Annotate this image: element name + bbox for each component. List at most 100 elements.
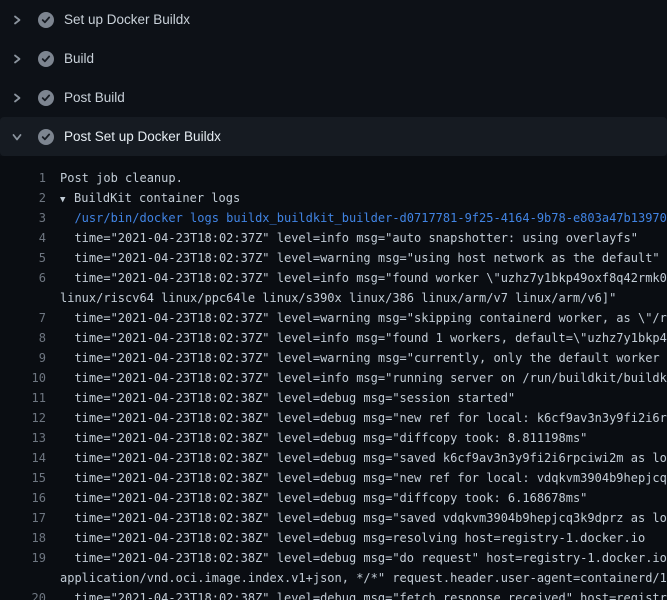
line-number[interactable]: 16 (0, 488, 46, 508)
line-number[interactable]: 3 (0, 208, 46, 228)
step-list: Set up Docker Buildx Build Post Build (0, 0, 667, 156)
log-text: time="2021-04-23T18:02:37Z" level=warnin… (46, 248, 667, 268)
command-text: /usr/bin/docker logs buildx_buildkit_bui… (46, 208, 667, 228)
log-line[interactable]: 20 time="2021-04-23T18:02:38Z" level=deb… (0, 588, 667, 600)
line-number[interactable]: 15 (0, 468, 46, 488)
line-number[interactable]: 10 (0, 368, 46, 388)
log-text-content: time="2021-04-23T18:02:37Z" level=warnin… (60, 351, 667, 365)
log-text: time="2021-04-23T18:02:37Z" level=info m… (46, 228, 667, 248)
log-line[interactable]: 7 time="2021-04-23T18:02:37Z" level=warn… (0, 308, 667, 328)
line-number[interactable]: 17 (0, 508, 46, 528)
log-text-content: time="2021-04-23T18:02:38Z" level=debug … (60, 391, 515, 405)
line-number[interactable]: 6 (0, 268, 46, 288)
line-number[interactable]: 7 (0, 308, 46, 328)
log-line[interactable]: 11 time="2021-04-23T18:02:38Z" level=deb… (0, 388, 667, 408)
log-text: time="2021-04-23T18:02:38Z" level=debug … (46, 548, 667, 568)
log-line[interactable]: 18 time="2021-04-23T18:02:38Z" level=deb… (0, 528, 667, 548)
step-setup-docker-buildx[interactable]: Set up Docker Buildx (0, 0, 667, 39)
log-text-content: Post job cleanup. (60, 171, 183, 185)
log-text: ▼BuildKit container logs (46, 188, 667, 208)
chevron-right-icon[interactable] (12, 15, 22, 25)
step-post-build[interactable]: Post Build (0, 78, 667, 117)
log-text: time="2021-04-23T18:02:38Z" level=debug … (46, 388, 667, 408)
log-text-content: time="2021-04-23T18:02:38Z" level=debug … (60, 451, 667, 465)
log-line[interactable]: 4 time="2021-04-23T18:02:37Z" level=info… (0, 228, 667, 248)
log-lines: 1 Post job cleanup. 2▼BuildKit container l… (0, 168, 667, 600)
line-number[interactable]: 13 (0, 428, 46, 448)
log-line[interactable]: 8 time="2021-04-23T18:02:37Z" level=info… (0, 328, 667, 348)
log-text: time="2021-04-23T18:02:38Z" level=debug … (46, 428, 667, 448)
check-circle-icon (38, 90, 54, 106)
log-group-collapse-icon[interactable]: ▼ (60, 190, 74, 208)
line-number[interactable]: 1 (0, 168, 46, 188)
line-number[interactable]: 2 (0, 188, 46, 208)
line-number (0, 568, 46, 588)
log-line[interactable]: 12 time="2021-04-23T18:02:38Z" level=deb… (0, 408, 667, 428)
log-console[interactable]: 1 Post job cleanup. 2▼BuildKit container l… (0, 156, 667, 600)
line-number[interactable]: 19 (0, 548, 46, 568)
log-line[interactable]: 17 time="2021-04-23T18:02:38Z" level=deb… (0, 508, 667, 528)
line-number (0, 288, 46, 308)
log-line[interactable]: 10 time="2021-04-23T18:02:37Z" level=inf… (0, 368, 667, 388)
log-text-content: time="2021-04-23T18:02:38Z" level=debug … (60, 411, 667, 425)
log-text: time="2021-04-23T18:02:38Z" level=debug … (46, 508, 667, 528)
log-line[interactable]: 9 time="2021-04-23T18:02:37Z" level=warn… (0, 348, 667, 368)
log-line[interactable]: 14 time="2021-04-23T18:02:38Z" level=deb… (0, 448, 667, 468)
line-number[interactable]: 20 (0, 588, 46, 600)
line-number[interactable]: 5 (0, 248, 46, 268)
log-line[interactable]: 19 time="2021-04-23T18:02:38Z" level=deb… (0, 548, 667, 568)
log-text: time="2021-04-23T18:02:38Z" level=debug … (46, 448, 667, 468)
log-text-content: time="2021-04-23T18:02:38Z" level=debug … (60, 531, 645, 545)
line-number[interactable]: 11 (0, 388, 46, 408)
log-text: time="2021-04-23T18:02:38Z" level=debug … (46, 408, 667, 428)
log-text: time="2021-04-23T18:02:38Z" level=debug … (46, 468, 667, 488)
log-line[interactable]: 13 time="2021-04-23T18:02:38Z" level=deb… (0, 428, 667, 448)
log-text-content: time="2021-04-23T18:02:38Z" level=debug … (60, 591, 667, 600)
check-circle-icon (38, 51, 54, 67)
log-text: time="2021-04-23T18:02:37Z" level=info m… (46, 328, 667, 348)
log-text: linux/riscv64 linux/ppc64le linux/s390x … (46, 288, 667, 308)
log-text-content: time="2021-04-23T18:02:37Z" level=info m… (60, 331, 667, 345)
log-text-content: time="2021-04-23T18:02:38Z" level=debug … (60, 471, 667, 485)
log-line[interactable]: 5 time="2021-04-23T18:02:37Z" level=warn… (0, 248, 667, 268)
step-build[interactable]: Build (0, 39, 667, 78)
log-text-content: time="2021-04-23T18:02:38Z" level=debug … (60, 491, 587, 505)
log-line[interactable]: 3 /usr/bin/docker logs buildx_buildkit_b… (0, 208, 667, 228)
log-text-content: time="2021-04-23T18:02:38Z" level=debug … (60, 551, 667, 565)
log-text-content: time="2021-04-23T18:02:37Z" level=info m… (60, 371, 667, 385)
check-circle-icon (38, 12, 54, 28)
log-text-content: time="2021-04-23T18:02:37Z" level=warnin… (60, 311, 667, 325)
actions-log-viewer: Set up Docker Buildx Build Post Build (0, 0, 667, 600)
check-circle-icon (38, 129, 54, 145)
line-number[interactable]: 18 (0, 528, 46, 548)
line-number[interactable]: 9 (0, 348, 46, 368)
step-label: Post Build (64, 90, 125, 105)
line-number[interactable]: 12 (0, 408, 46, 428)
log-line-wrap[interactable]: linux/riscv64 linux/ppc64le linux/s390x … (0, 288, 667, 308)
log-text: time="2021-04-23T18:02:37Z" level=info m… (46, 268, 667, 288)
line-number[interactable]: 4 (0, 228, 46, 248)
log-line-wrap[interactable]: application/vnd.oci.image.index.v1+json,… (0, 568, 667, 588)
line-number[interactable]: 14 (0, 448, 46, 468)
log-text: application/vnd.oci.image.index.v1+json,… (46, 568, 667, 588)
chevron-right-icon[interactable] (12, 93, 22, 103)
log-line[interactable]: 1 Post job cleanup. (0, 168, 667, 188)
line-number[interactable]: 8 (0, 328, 46, 348)
chevron-down-icon[interactable] (12, 132, 22, 142)
step-post-setup-docker-buildx[interactable]: Post Set up Docker Buildx (0, 117, 667, 156)
log-text-content: time="2021-04-23T18:02:37Z" level=info m… (60, 271, 667, 285)
step-label: Set up Docker Buildx (64, 12, 190, 27)
log-text-content: /usr/bin/docker logs buildx_buildkit_bui… (60, 211, 667, 225)
log-text-content: time="2021-04-23T18:02:37Z" level=warnin… (60, 251, 660, 265)
log-text-content: time="2021-04-23T18:02:37Z" level=info m… (60, 231, 638, 245)
log-text-content: time="2021-04-23T18:02:38Z" level=debug … (60, 511, 667, 525)
step-label: Build (64, 51, 94, 66)
log-text: Post job cleanup. (46, 168, 667, 188)
chevron-right-icon[interactable] (12, 54, 22, 64)
log-line[interactable]: 16 time="2021-04-23T18:02:38Z" level=deb… (0, 488, 667, 508)
log-line[interactable]: 15 time="2021-04-23T18:02:38Z" level=deb… (0, 468, 667, 488)
step-label: Post Set up Docker Buildx (64, 129, 221, 144)
log-text: time="2021-04-23T18:02:37Z" level=info m… (46, 368, 667, 388)
log-line[interactable]: 6 time="2021-04-23T18:02:37Z" level=info… (0, 268, 667, 288)
log-line[interactable]: 2▼BuildKit container logs (0, 188, 667, 208)
